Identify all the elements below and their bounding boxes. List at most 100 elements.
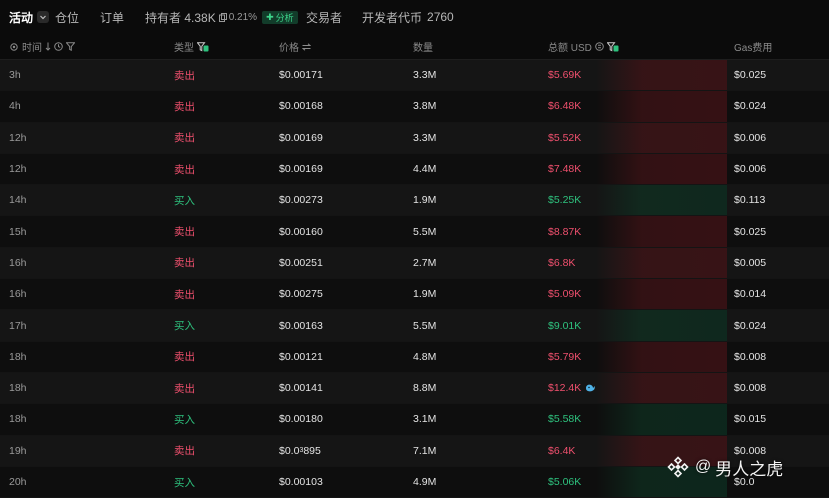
row-quantity: 1.9M [413, 194, 437, 207]
sell-volume-bar [596, 435, 727, 466]
analyze-badge[interactable]: ✚ 分析 [262, 10, 298, 24]
currency-icon[interactable] [595, 42, 604, 51]
row-quantity: 4.8M [413, 350, 437, 363]
row-time: 14h [9, 194, 27, 207]
row-type: 卖出 [174, 351, 195, 364]
sparkle-icon: ✚ [266, 11, 274, 22]
row-total-value: $5.25K [548, 194, 582, 207]
table-row[interactable]: 3h 卖出 $0.00171 3.3M $5.69K $0.025 [0, 60, 829, 92]
row-total-value: $6.8K [548, 256, 576, 269]
row-type: 卖出 [174, 445, 195, 458]
row-total-value: $9.01K [548, 319, 582, 332]
row-gas: $0.024 [734, 319, 767, 332]
row-total: $6.8K [548, 248, 575, 278]
tab-orders[interactable]: 订单 [100, 0, 124, 34]
row-total: $5.09K [548, 279, 581, 309]
header-total[interactable]: 总额 USD [548, 34, 619, 59]
row-price: $0.00275 [279, 288, 323, 301]
table-row[interactable]: 12h 卖出 $0.00169 3.3M $5.52K $0.006 [0, 122, 829, 154]
row-type: 买入 [174, 194, 195, 207]
row-time: 12h [9, 163, 27, 176]
row-time: 12h [9, 131, 27, 144]
row-gas: $0.006 [734, 131, 767, 144]
row-price: $0.0 3 895 [279, 436, 321, 466]
tab-traders[interactable]: 交易者 [306, 0, 342, 34]
row-type: 卖出 [174, 69, 195, 82]
tab-activity-label: 活动 [9, 10, 34, 25]
row-price: $0.00180 [279, 413, 323, 426]
table-row[interactable]: 4h 卖出 $0.00168 3.8M $6.48K $0.024 [0, 91, 829, 123]
tab-holders-label: 持有者 4.38K [145, 10, 216, 25]
header-price[interactable]: 价格 [279, 34, 311, 59]
header-type[interactable]: 类型 [174, 34, 209, 59]
row-type: 卖出 [174, 226, 195, 239]
row-gas: $0.025 [734, 69, 767, 82]
sell-volume-bar [596, 279, 727, 310]
row-price: $0.00273 [279, 194, 323, 207]
tab-activity[interactable]: 活动 [9, 0, 50, 34]
row-total-value: $8.87K [548, 225, 582, 238]
row-type: 卖出 [174, 132, 195, 145]
sell-volume-bar [596, 341, 727, 372]
row-total-value: $5.79K [548, 350, 582, 363]
filter-icon[interactable] [66, 42, 75, 51]
header-time-label: 时间 [22, 43, 42, 54]
tab-holders[interactable]: 持有者 4.38K 0.21% ✚ 分析 [145, 0, 298, 34]
row-total: $9.01K [548, 310, 581, 340]
filter-active-icon[interactable] [197, 41, 209, 52]
row-total-value: $5.52K [548, 131, 582, 144]
row-gas: $0.008 [734, 350, 767, 363]
table-row[interactable]: 15h 卖出 $0.00160 5.5M $8.87K $0.025 [0, 216, 829, 248]
gear-icon[interactable] [9, 42, 19, 52]
swap-icon[interactable] [302, 42, 311, 51]
price-digits: 895 [303, 444, 321, 457]
table-row[interactable]: 18h 买入 $0.00180 3.1M $5.58K $0.015 [0, 404, 829, 436]
header-total-label: 总额 USD [548, 43, 592, 54]
row-price: $0.00141 [279, 382, 323, 395]
tab-dev-tokens-label: 开发者代币 [362, 10, 423, 25]
price-prefix: $0.0 [279, 444, 300, 457]
buy-volume-bar [596, 310, 727, 341]
row-type: 卖出 [174, 288, 195, 301]
row-gas: $0.025 [734, 225, 767, 238]
filter-active-icon[interactable] [606, 41, 619, 52]
row-quantity: 3.3M [413, 131, 437, 144]
row-time: 17h [9, 319, 27, 332]
table-row[interactable]: 14h 买入 $0.00273 1.9M $5.25K $0.113 [0, 185, 829, 217]
row-total-value: $5.09K [548, 288, 582, 301]
header-time[interactable]: 时间 [9, 34, 75, 59]
row-gas: $0.006 [734, 163, 767, 176]
table-row[interactable]: 20h 买入 $0.00103 4.9M $5.06K $0.0 [0, 466, 829, 498]
tab-dev-tokens[interactable]: 开发者代币 2760 [362, 0, 454, 34]
table-row[interactable]: 12h 卖出 $0.00169 4.4M $7.48K $0.006 [0, 153, 829, 186]
table-body: 3h 卖出 $0.00171 3.3M $5.69K $0.025 4h 卖出 $0.00168… [0, 60, 829, 498]
row-price: $0.00169 [279, 163, 323, 176]
row-total: $5.25K [548, 185, 581, 215]
table-row[interactable]: 18h 卖出 $0.00141 8.8M $12.4K $0.008 [0, 372, 829, 405]
table-row[interactable]: 16h 卖出 $0.00275 1.9M $5.09K $0.014 [0, 279, 829, 311]
clock-icon[interactable] [54, 42, 63, 51]
sell-volume-bar [596, 91, 727, 122]
tab-orders-label: 订单 [100, 10, 125, 25]
row-price: $0.00168 [279, 100, 323, 113]
chevron-down-icon[interactable] [37, 11, 50, 23]
sell-volume-bar [596, 122, 727, 153]
row-total: $5.52K [548, 123, 581, 153]
sort-icon[interactable] [45, 42, 51, 51]
sell-volume-bar [596, 247, 727, 279]
row-total: $5.79K [548, 342, 581, 372]
table-row[interactable]: 19h 卖出 $0.0 3 895 7.1M $6.4K $0.008 [0, 435, 829, 467]
row-total-value: $7.48K [548, 163, 582, 176]
row-time: 15h [9, 225, 27, 238]
tab-positions-label: 仓位 [55, 10, 80, 25]
row-quantity: 3.1M [413, 413, 437, 426]
row-price: $0.00160 [279, 225, 323, 238]
table-row[interactable]: 17h 买入 $0.00163 5.5M $9.01K $0.024 [0, 310, 829, 342]
row-time: 16h [9, 256, 27, 269]
table-row[interactable]: 16h 卖出 $0.00251 2.7M $6.8K $0.005 [0, 247, 829, 280]
row-gas: $0.014 [734, 288, 767, 301]
table-row[interactable]: 18h 卖出 $0.00121 4.8M $5.79K $0.008 [0, 341, 829, 373]
tab-positions[interactable]: 仓位 [55, 0, 79, 34]
row-price: $0.00163 [279, 319, 323, 332]
row-price: $0.00169 [279, 131, 323, 144]
